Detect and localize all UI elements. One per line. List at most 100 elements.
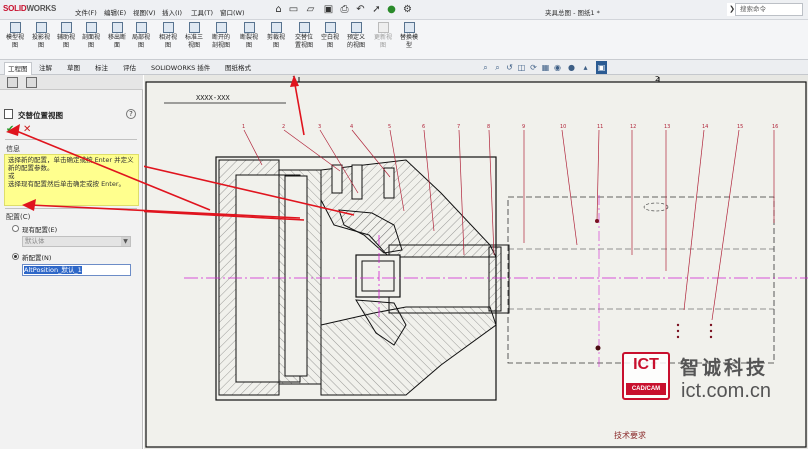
balloon-number[interactable]: 7 [457, 124, 460, 130]
tab-5[interactable]: 评估 [120, 62, 139, 75]
rebuild-icon[interactable]: ● [385, 3, 398, 16]
fixture-screw-3 [383, 167, 395, 199]
marker-dot [676, 329, 680, 333]
brand-chinese-name: 智诚科技 [680, 357, 769, 379]
view-command-icon [111, 22, 123, 33]
balloon-number[interactable]: 13 [664, 124, 670, 130]
menu-insert[interactable]: 插入(I) [162, 7, 182, 17]
command-6-button[interactable]: 局部视图 [130, 22, 152, 49]
save-icon[interactable]: ▣ [322, 3, 335, 16]
command-1-button[interactable]: 模型视图 [4, 22, 26, 49]
command-15-button[interactable]: 更新视图 [372, 22, 394, 49]
rotate-icon[interactable]: ⟳ [528, 61, 539, 74]
menu-view[interactable]: 视图(V) [133, 7, 156, 17]
marker-dot [676, 323, 680, 327]
balloon-number[interactable]: 1 [242, 124, 245, 130]
menu-window[interactable]: 窗口(W) [220, 7, 245, 17]
balloon-number[interactable]: 6 [422, 124, 425, 130]
zoom-icon[interactable]: ⌕ [480, 61, 491, 74]
balloon-number[interactable]: 11 [597, 124, 603, 130]
command-7-button[interactable]: 相对视图 [157, 22, 179, 49]
command-9-button[interactable]: 断开的剖视图 [210, 22, 232, 49]
app-logo[interactable]: SOLIDWORKS [3, 4, 56, 13]
tab-7[interactable]: 图纸格式 [222, 62, 254, 75]
balloon-number[interactable]: 16 [772, 124, 778, 130]
tab-2[interactable]: 注解 [36, 62, 55, 75]
view-command-icon [298, 22, 310, 33]
marker-dot [709, 335, 713, 339]
command-10-button[interactable]: 断裂视图 [238, 22, 260, 49]
balloon-number[interactable]: 4 [350, 124, 353, 130]
command-12-button[interactable]: 交替位置视图 [293, 22, 315, 49]
options-icon[interactable]: ⚙ [401, 3, 414, 16]
command-5-button[interactable]: 移出断面 [106, 22, 128, 49]
new-config-radio[interactable] [12, 253, 19, 260]
balloon-number[interactable]: 5 [388, 124, 391, 130]
drawing-canvas[interactable]: 1 2 XXXX-XXX [144, 75, 808, 449]
ok-button[interactable]: ✔ [6, 124, 14, 135]
command-label: 交替位置视图 [294, 34, 313, 49]
help-icon[interactable]: ? [126, 109, 136, 119]
command-4-button[interactable]: 剖面视图 [80, 22, 102, 49]
command-label: 剪裁视图 [266, 34, 285, 49]
marker-dot [595, 345, 601, 351]
feature-tree-tab-icon[interactable] [7, 77, 18, 88]
section-icon[interactable]: ◫ [516, 61, 527, 74]
command-14-button[interactable]: 预定义的视图 [345, 22, 367, 49]
previous-view-icon[interactable]: ↺ [504, 61, 515, 74]
existing-config-radio[interactable] [12, 225, 19, 232]
command-tabs: 工程图 注解 草图 标注 评估 SOLIDWORKS 插件 图纸格式 [0, 60, 808, 75]
view-command-icon [377, 22, 389, 33]
new-file-icon[interactable]: ▭ [287, 3, 300, 16]
home-icon[interactable]: ⌂ [272, 3, 285, 16]
view-command-icon [162, 22, 174, 33]
cancel-button[interactable]: ✕ [23, 124, 31, 135]
existing-config-select[interactable]: 默认体 ▼ [22, 236, 131, 247]
info-section-title[interactable]: 信息 [6, 144, 20, 154]
balloon-number[interactable]: 8 [487, 124, 490, 130]
balloon-number[interactable]: 14 [702, 124, 708, 130]
undo-icon[interactable]: ↶ [354, 3, 367, 16]
open-file-icon[interactable]: ▱ [304, 3, 317, 16]
appearance-icon[interactable]: ● [566, 61, 577, 74]
command-13-button[interactable]: 空白视图 [319, 22, 341, 49]
fixture-screw-2 [351, 164, 363, 200]
command-8-button[interactable]: 标准三视图 [183, 22, 205, 49]
command-label: 移出断面 [107, 34, 126, 49]
section-divider [5, 139, 137, 140]
command-manager: 模型视图 投影视图 辅助视图 剖面视图 移出断面 局部视图 相对视图 标准三视图 断开的剖视图断… [0, 20, 808, 60]
balloon-number[interactable]: 9 [522, 124, 525, 130]
hide-show-icon[interactable]: ◉ [552, 61, 563, 74]
section-divider [5, 208, 137, 209]
balloon-number[interactable]: 12 [630, 124, 636, 130]
tab-1[interactable]: 工程图 [4, 62, 32, 75]
menu-tools[interactable]: 工具(T) [191, 7, 213, 17]
new-config-name-input[interactable]: AltPosition_默认_1 [22, 264, 131, 276]
config-section-title[interactable]: 配置(C) [6, 212, 30, 222]
command-label: 辅助视图 [56, 34, 75, 49]
document-title: 夹具总图 - 图纸1 * [545, 9, 600, 17]
zoom-area-icon[interactable]: ⌕ [492, 61, 503, 74]
command-3-button[interactable]: 辅助视图 [55, 22, 77, 49]
display-style-icon[interactable]: ▦ [540, 61, 551, 74]
command-16-button[interactable]: 替换模型 [398, 22, 420, 49]
marker-dot [709, 323, 713, 327]
command-2-button[interactable]: 投影视图 [30, 22, 52, 49]
balloon-number[interactable]: 3 [318, 124, 321, 130]
balloon-number[interactable]: 2 [282, 124, 285, 130]
balloon-number[interactable]: 10 [560, 124, 566, 130]
select-icon[interactable]: ➚ [370, 3, 383, 16]
tab-6[interactable]: SOLIDWORKS 插件 [148, 62, 213, 75]
search-input[interactable]: 搜索命令 [735, 3, 803, 16]
menu-edit[interactable]: 编辑(E) [104, 7, 126, 17]
property-manager-tab-icon[interactable] [26, 77, 37, 88]
command-label: 模型视图 [5, 34, 24, 49]
tab-4[interactable]: 标注 [92, 62, 111, 75]
menu-file[interactable]: 文件(F) [75, 7, 97, 17]
tab-3[interactable]: 草图 [64, 62, 83, 75]
print-icon[interactable]: ⎙ [338, 3, 351, 16]
scene-icon[interactable]: ▴ [580, 61, 591, 74]
balloon-number[interactable]: 15 [737, 124, 743, 130]
command-11-button[interactable]: 剪裁视图 [265, 22, 287, 49]
view-settings-icon[interactable]: ▣ [596, 61, 607, 74]
